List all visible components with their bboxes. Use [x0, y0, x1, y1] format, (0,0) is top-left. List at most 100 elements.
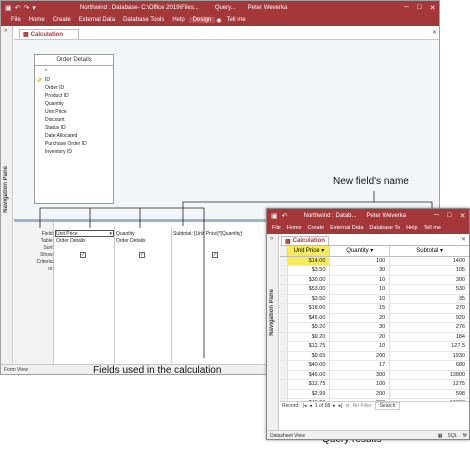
table-cell[interactable]: 17: [329, 360, 391, 371]
table-cell[interactable]: $46.00: [287, 313, 331, 323]
table-cell[interactable]: 10: [329, 284, 391, 295]
table-row[interactable]: $9.20 30 276: [280, 322, 469, 333]
table-cell[interactable]: 530: [389, 284, 469, 295]
table-cell[interactable]: 127.5: [389, 341, 469, 352]
table-row[interactable]: $2.99 200 598: [280, 389, 469, 399]
table-cell[interactable]: $18.00: [287, 303, 331, 314]
table-cell[interactable]: $14.00: [287, 256, 331, 266]
table-cell[interactable]: $12.75: [287, 341, 331, 352]
table-cell[interactable]: 10: [329, 275, 391, 285]
table-cell[interactable]: 1930: [389, 351, 469, 361]
tab-create[interactable]: Create: [305, 225, 328, 231]
next-record-icon[interactable]: ▸: [333, 403, 336, 409]
close-document-icon[interactable]: ✕: [461, 236, 466, 243]
table-cell[interactable]: 270: [389, 303, 469, 314]
table-cell[interactable]: 100: [329, 256, 391, 266]
minimize-icon[interactable]: ─: [430, 212, 443, 220]
table-cell[interactable]: 20: [329, 313, 391, 323]
table-cell[interactable]: $40.00: [287, 360, 331, 371]
row-selector[interactable]: [280, 389, 289, 399]
row-selector[interactable]: [280, 341, 289, 352]
record-position[interactable]: 1 of 58: [315, 403, 330, 409]
row-selector[interactable]: [280, 284, 289, 295]
row-selector[interactable]: [280, 265, 289, 276]
table-cell[interactable]: $9.20: [287, 332, 331, 342]
row-selector[interactable]: [280, 322, 289, 333]
table-cell[interactable]: 680: [389, 360, 469, 371]
row-selector[interactable]: [280, 303, 289, 314]
table-cell[interactable]: 20: [329, 332, 391, 342]
table-row[interactable]: $46.0030013800: [280, 370, 469, 380]
first-record-icon[interactable]: |◂: [303, 403, 307, 409]
select-all-corner[interactable]: [280, 246, 289, 257]
table-row[interactable]: $3.50 30 105: [280, 265, 469, 276]
table-row[interactable]: $9.20 20 184: [280, 332, 469, 342]
row-selector[interactable]: [280, 360, 289, 371]
save-icon[interactable]: ▣: [271, 212, 278, 220]
tab-file[interactable]: File: [269, 225, 284, 231]
row-selector[interactable]: [280, 379, 289, 390]
column-header-quantity[interactable]: Quantity ▾: [329, 246, 391, 257]
tab-home[interactable]: Home: [284, 225, 305, 231]
search-box[interactable]: Search: [374, 402, 401, 410]
table-cell[interactable]: 100: [329, 379, 391, 390]
table-cell[interactable]: 300: [389, 275, 469, 285]
tab-calculation[interactable]: ▦ Calculation: [281, 236, 329, 245]
table-cell[interactable]: 1400: [389, 256, 469, 266]
table-row[interactable]: $9.65 200 1930: [280, 351, 469, 361]
tab-database-tools[interactable]: Database To: [366, 225, 403, 231]
table-cell[interactable]: 300: [329, 370, 391, 380]
table-cell[interactable]: $9.20: [287, 322, 331, 333]
tab-help[interactable]: Help: [403, 225, 420, 231]
navigation-pane[interactable]: » Navigation Pane: [267, 234, 279, 430]
table-row[interactable]: $14.00 100 1400: [280, 256, 469, 266]
expand-icon[interactable]: »: [270, 236, 273, 242]
row-selector[interactable]: [280, 256, 289, 266]
row-selector[interactable]: [280, 294, 289, 304]
table-row[interactable]: $30.00 10 300: [280, 275, 469, 285]
design-view-icon[interactable]: ⚒: [463, 431, 467, 439]
table-cell[interactable]: 920: [389, 313, 469, 323]
table-row[interactable]: $46.00 20 920: [280, 313, 469, 323]
table-cell[interactable]: $3.50: [287, 265, 331, 276]
datasheet[interactable]: Unit Price ▾ Quantity ▾ Subtotal ▾ $14.0…: [280, 245, 469, 401]
table-cell[interactable]: 105: [389, 265, 469, 276]
table-cell[interactable]: $2.99: [287, 389, 331, 399]
table-cell[interactable]: 35: [389, 294, 469, 304]
table-cell[interactable]: 30: [329, 322, 391, 333]
row-selector[interactable]: [280, 313, 289, 323]
column-header-subtotal[interactable]: Subtotal ▾: [389, 246, 469, 257]
table-cell[interactable]: 200: [329, 351, 391, 361]
table-cell[interactable]: $12.75: [287, 379, 331, 390]
table-cell[interactable]: 598: [389, 389, 469, 399]
undo-icon[interactable]: ↶: [282, 212, 288, 220]
datasheet-view-icon[interactable]: ▦: [438, 431, 443, 439]
table-cell[interactable]: 15: [329, 303, 391, 314]
table-row[interactable]: $12.75 100 1275: [280, 379, 469, 390]
tell-me-search[interactable]: Tell me: [421, 225, 444, 231]
row-selector[interactable]: [280, 370, 289, 380]
table-cell[interactable]: $46.00: [287, 370, 331, 380]
table-cell[interactable]: 13800: [389, 370, 469, 380]
table-cell[interactable]: 30: [329, 265, 391, 276]
close-icon[interactable]: ✕: [456, 212, 469, 220]
table-row[interactable]: $3.50 10 35: [280, 294, 469, 304]
sql-view-icon[interactable]: SQL: [448, 431, 458, 439]
row-selector[interactable]: [280, 351, 289, 361]
last-record-icon[interactable]: ▸|: [339, 403, 343, 409]
table-cell[interactable]: $3.50: [287, 294, 331, 304]
tab-external-data[interactable]: External Data: [327, 225, 366, 231]
table-cell[interactable]: 200: [329, 389, 391, 399]
filter-status[interactable]: No Filter: [353, 403, 372, 409]
table-cell[interactable]: $9.65: [287, 351, 331, 361]
table-cell[interactable]: 10: [329, 294, 391, 304]
column-header-unit-price[interactable]: Unit Price ▾: [287, 246, 331, 257]
table-cell[interactable]: $53.00: [287, 284, 331, 295]
row-selector[interactable]: [280, 332, 289, 342]
prev-record-icon[interactable]: ◂: [309, 403, 312, 409]
table-row[interactable]: $40.00 17 680: [280, 360, 469, 371]
table-cell[interactable]: 276: [389, 322, 469, 333]
table-cell[interactable]: $30.00: [287, 275, 331, 285]
table-cell[interactable]: 184: [389, 332, 469, 342]
table-cell[interactable]: 10: [329, 341, 391, 352]
